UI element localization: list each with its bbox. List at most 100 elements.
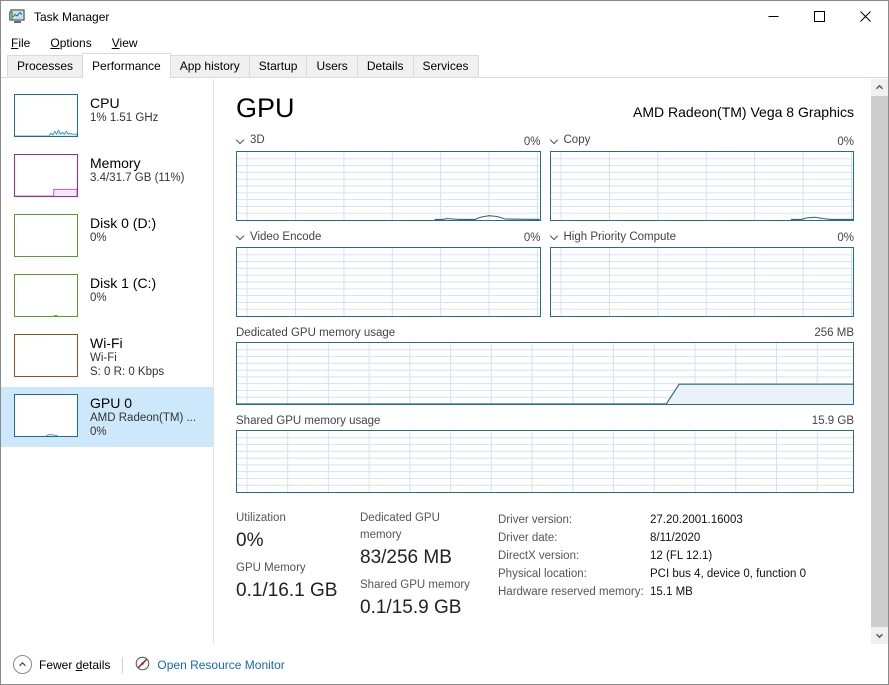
engine-video-encode-label: Video Encode: [250, 230, 321, 244]
sidebar-item-cpu[interactable]: CPU 1% 1.51 GHz: [1, 87, 213, 147]
stat-dedicated-memory-value: 83/256 MB: [360, 544, 484, 571]
gpu-header: GPU AMD Radeon(TM) Vega 8 Graphics: [236, 93, 854, 123]
open-resource-monitor-link[interactable]: Open Resource Monitor: [135, 656, 284, 674]
engine-video-encode-graph: [236, 247, 541, 317]
info-driver-version: Driver version: 27.20.2001.16003: [498, 511, 854, 529]
info-driver-date-key: Driver date:: [498, 529, 650, 547]
menu-view[interactable]: View: [110, 34, 147, 52]
info-physical-location: Physical location: PCI bus 4, device 0, …: [498, 565, 854, 583]
shared-memory-label: Shared GPU memory usage: [236, 414, 380, 428]
tab-processes[interactable]: Processes: [7, 55, 83, 77]
resource-monitor-icon: [135, 656, 150, 674]
gpu-detail-content: GPU AMD Radeon(TM) Vega 8 Graphics 3D 0%: [214, 79, 888, 644]
tab-users[interactable]: Users: [306, 55, 357, 77]
shared-memory-graph: [236, 430, 854, 493]
graph-row-gap: [236, 221, 854, 230]
sidebar-item-gpu-0-sub1: AMD Radeon(TM) ...: [90, 411, 196, 425]
chevron-down-icon[interactable]: [236, 232, 245, 241]
minimize-button[interactable]: [750, 1, 796, 32]
stat-utilization-value: 0%: [236, 527, 360, 554]
sidebar-item-gpu-0[interactable]: GPU 0 AMD Radeon(TM) ... 0%: [1, 387, 213, 447]
dedicated-memory-block: Dedicated GPU memory usage 256 MB: [236, 326, 854, 405]
info-directx-version: DirectX version: 12 (FL 12.1): [498, 547, 854, 565]
scrollbar-thumb[interactable]: [871, 96, 888, 627]
engine-high-priority-compute-graph: [550, 247, 855, 317]
scroll-down-button[interactable]: [871, 627, 888, 644]
scrollbar-track[interactable]: [871, 96, 888, 627]
menu-file[interactable]: File: [9, 34, 39, 52]
sidebar-item-memory-sub: 3.4/31.7 GB (11%): [90, 171, 184, 185]
dedicated-memory-label: Dedicated GPU memory usage: [236, 326, 395, 340]
sidebar-item-memory[interactable]: Memory 3.4/31.7 GB (11%): [1, 147, 213, 207]
engine-high-priority-compute-label: High Priority Compute: [564, 230, 676, 244]
engine-copy-label-row: Copy 0%: [550, 133, 855, 149]
engine-copy-graph: [550, 151, 855, 221]
status-separator: [122, 657, 123, 673]
tab-strip: Processes Performance App history Startu…: [1, 54, 888, 78]
sidebar-item-disk-1[interactable]: Disk 1 (C:) 0%: [1, 267, 213, 327]
stat-col-2: Dedicated GPU memory 83/256 MB Shared GP…: [360, 510, 484, 627]
info-driver-date-value: 8/11/2020: [650, 529, 700, 547]
tab-performance[interactable]: Performance: [82, 53, 171, 78]
info-hardware-reserved-memory-key: Hardware reserved memory:: [498, 583, 650, 601]
engine-3d-label-row: 3D 0%: [236, 133, 541, 149]
tab-startup[interactable]: Startup: [249, 55, 308, 77]
chevron-up-circle-icon: [13, 655, 32, 674]
engine-copy-block: Copy 0%: [550, 133, 855, 221]
gpu-stats-values: Utilization 0% GPU Memory 0.1/16.1 GB De…: [236, 510, 498, 627]
disk-1-text: Disk 1 (C:) 0%: [90, 274, 156, 305]
status-bar: Fewer details Open Resource Monitor: [1, 644, 888, 684]
gpu-info-list: Driver version: 27.20.2001.16003 Driver …: [498, 510, 854, 627]
memory-graph-gap: [236, 317, 854, 326]
vertical-scrollbar[interactable]: [870, 79, 888, 644]
wifi-thumbnail-graph: [14, 334, 78, 377]
chevron-down-icon[interactable]: [550, 232, 559, 241]
sidebar-item-disk-1-sub: 0%: [90, 291, 156, 305]
tab-details[interactable]: Details: [357, 55, 414, 77]
disk-0-text: Disk 0 (D:) 0%: [90, 214, 156, 245]
info-physical-location-value: PCI bus 4, device 0, function 0: [650, 565, 806, 583]
engine-3d-graph: [236, 151, 541, 221]
sidebar-item-disk-1-title: Disk 1 (C:): [90, 275, 156, 291]
engine-3d-block: 3D 0%: [236, 133, 541, 221]
stat-utilization-label: Utilization: [236, 510, 360, 527]
stat-shared-memory-value: 0.1/15.9 GB: [360, 594, 484, 621]
sidebar-item-gpu-0-title: GPU 0: [90, 395, 196, 411]
disk-1-thumbnail-graph: [14, 274, 78, 317]
chevron-down-icon[interactable]: [550, 136, 559, 145]
fewer-details-button[interactable]: Fewer details: [13, 655, 110, 674]
info-directx-version-value: 12 (FL 12.1): [650, 547, 712, 565]
maximize-button[interactable]: [796, 1, 842, 32]
engine-3d-label: 3D: [250, 133, 265, 147]
stat-shared-memory-label: Shared GPU memory: [360, 577, 484, 594]
engine-high-priority-compute-block: High Priority Compute 0%: [550, 230, 855, 318]
sidebar-item-cpu-sub: 1% 1.51 GHz: [90, 111, 158, 125]
engine-graph-row-1: 3D 0%: [236, 133, 854, 221]
engine-video-encode-value: 0%: [524, 231, 541, 245]
dedicated-memory-max: 256 MB: [814, 326, 854, 340]
gpu-0-text: GPU 0 AMD Radeon(TM) ... 0%: [90, 394, 196, 439]
sidebar-item-disk-0[interactable]: Disk 0 (D:) 0%: [1, 207, 213, 267]
sidebar-item-disk-0-title: Disk 0 (D:): [90, 215, 156, 231]
info-physical-location-key: Physical location:: [498, 565, 650, 583]
close-button[interactable]: [842, 1, 888, 32]
tab-services[interactable]: Services: [413, 55, 479, 77]
sidebar-item-gpu-0-sub2: 0%: [90, 425, 196, 439]
info-driver-version-key: Driver version:: [498, 511, 650, 529]
info-hardware-reserved-memory-value: 15.1 MB: [650, 583, 693, 601]
stat-dedicated-memory-label: Dedicated GPU memory: [360, 510, 484, 544]
resource-monitor-label: Open Resource Monitor: [157, 658, 284, 672]
scroll-up-button[interactable]: [871, 79, 888, 96]
menu-options[interactable]: Options: [48, 34, 100, 52]
sidebar-item-wifi[interactable]: Wi-Fi Wi-Fi S: 0 R: 0 Kbps: [1, 327, 213, 387]
sidebar-item-wifi-sub1: Wi-Fi: [90, 351, 164, 365]
info-driver-date: Driver date: 8/11/2020: [498, 529, 854, 547]
chevron-down-icon[interactable]: [236, 136, 245, 145]
fewer-details-label: Fewer details: [39, 658, 110, 672]
gpu-stats: Utilization 0% GPU Memory 0.1/16.1 GB De…: [236, 510, 854, 627]
engine-copy-value: 0%: [837, 135, 854, 149]
dedicated-memory-graph: [236, 342, 854, 405]
task-manager-icon: [9, 8, 26, 25]
tab-app-history[interactable]: App history: [170, 55, 250, 77]
memory-text: Memory 3.4/31.7 GB (11%): [90, 154, 184, 185]
